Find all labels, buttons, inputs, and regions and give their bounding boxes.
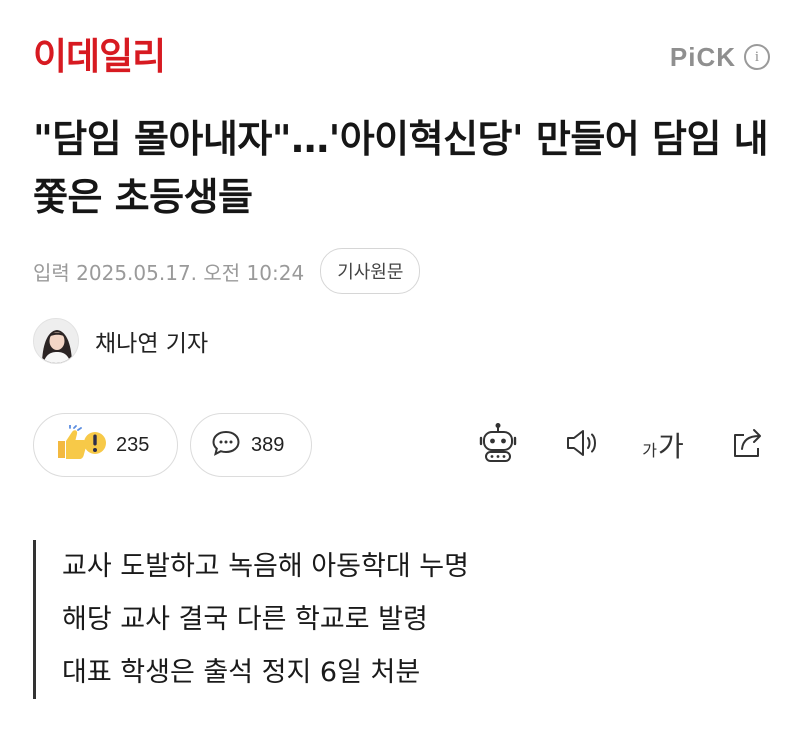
share-button[interactable]	[726, 423, 770, 467]
robot-icon	[476, 421, 520, 469]
thumbs-up-surprise-icon	[54, 424, 106, 465]
article-title: "담임 몰아내자"…'아이혁신당' 만들어 담임 내쫓은 초등생들	[33, 117, 769, 219]
pick-label: PiCK	[669, 42, 736, 72]
text-to-speech-button[interactable]	[562, 423, 604, 467]
share-icon	[729, 425, 767, 465]
ai-summary-button[interactable]	[474, 423, 522, 467]
summary-line: 교사 도발하고 녹음해 아동학대 누명	[62, 551, 469, 582]
summary-line: 대표 학생은 출석 정지 6일 처분	[62, 657, 421, 688]
info-icon[interactable]: i	[744, 44, 770, 70]
reporter[interactable]: 채나연 기자	[33, 318, 208, 364]
original-article-button[interactable]: 기사원문	[320, 248, 421, 294]
summary-line: 해당 교사 결국 다른 학교로 발령	[62, 604, 428, 635]
publisher-logo[interactable]: 이데일리	[33, 38, 166, 75]
font-size-icon: 가가	[642, 430, 684, 463]
comment-count: 389	[251, 433, 285, 456]
article-meta: 입력 2025.05.17. 오전 10:24 기사원문	[33, 248, 421, 294]
speech-bubble-icon	[211, 429, 241, 461]
pick-badge[interactable]: PiCK i	[670, 44, 770, 70]
reaction-count: 235	[116, 433, 150, 456]
font-size-button[interactable]: 가가	[636, 423, 690, 467]
comment-button[interactable]: 389	[190, 413, 312, 477]
speaker-icon	[563, 425, 603, 465]
article-summary: 교사 도발하고 녹음해 아동학대 누명 해당 교사 결국 다른 학교로 발령 대…	[33, 540, 469, 699]
reaction-button[interactable]: 235	[33, 413, 178, 477]
publish-date: 입력 2025.05.17. 오전 10:24	[33, 260, 305, 285]
reporter-name: 채나연 기자	[95, 331, 209, 357]
reporter-avatar	[33, 318, 79, 364]
